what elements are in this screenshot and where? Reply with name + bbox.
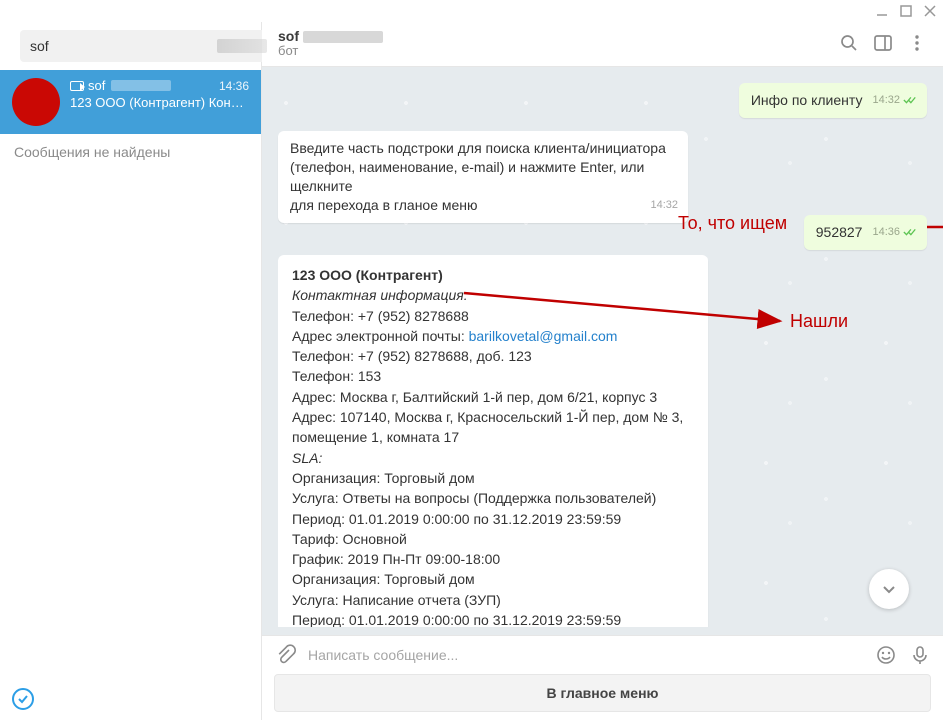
message-input[interactable]: Написать сообщение...	[308, 647, 863, 663]
maximize-icon[interactable]	[899, 4, 913, 18]
chat-title: sof	[278, 28, 299, 44]
detail-address: Адрес: Москва г, Балтийский 1-й пер, дом…	[292, 387, 694, 407]
scroll-to-bottom-button[interactable]	[869, 569, 909, 609]
message-text: Инфо по клиенту	[751, 92, 863, 108]
chat-title-blurred	[303, 31, 383, 43]
chat-scroll-area[interactable]: Инфо по клиенту 14:32 Введите часть подс…	[262, 67, 943, 635]
message-text: 952827	[816, 224, 863, 240]
detail-service: Услуга: Ответы на вопросы (Поддержка пол…	[292, 488, 694, 508]
chat-time: 14:36	[219, 79, 249, 93]
main-menu-button[interactable]: В главное меню	[274, 674, 931, 712]
message-incoming-detail[interactable]: 123 ООО (Контрагент) Контактная информац…	[278, 255, 708, 627]
detail-tariff: Тариф: Основной	[292, 529, 694, 549]
chat-header: sof бот	[262, 22, 943, 67]
detail-phone: Телефон: 153	[292, 366, 694, 386]
message-outgoing[interactable]: 952827 14:36	[804, 215, 927, 250]
microphone-icon[interactable]	[909, 644, 931, 666]
chat-preview: 123 ООО (Контрагент) Конт…	[70, 95, 249, 110]
detail-address: Адрес: 107140, Москва г, Красносельский …	[292, 407, 694, 448]
avatar	[12, 78, 60, 126]
detail-org: Организация: Торговый дом	[292, 468, 694, 488]
detail-org: Организация: Торговый дом	[292, 569, 694, 589]
search-blurred-text	[217, 39, 267, 53]
message-time: 14:32	[872, 93, 900, 108]
search-input[interactable]	[28, 37, 213, 55]
bot-indicator-icon	[70, 81, 84, 91]
chat-name: sof	[88, 78, 105, 93]
chat-name-blurred	[111, 80, 171, 91]
message-time: 14:36	[872, 225, 900, 240]
read-ticks-icon	[903, 227, 917, 237]
message-line: (телефон, наименование, e-mail) и нажмит…	[290, 158, 678, 196]
message-outgoing[interactable]: Инфо по клиенту 14:32	[739, 83, 927, 118]
close-icon[interactable]	[923, 4, 937, 18]
annotation-search-term: То, что ищем	[678, 213, 787, 234]
detail-email-link[interactable]: barilkovetal@gmail.com	[469, 328, 618, 344]
detail-period: Период: 01.01.2019 0:00:00 по 31.12.2019…	[292, 610, 694, 627]
search-icon[interactable]	[839, 33, 859, 53]
minimize-icon[interactable]	[875, 4, 889, 18]
search-input-wrap[interactable]: ×	[20, 30, 291, 62]
read-ticks-icon	[903, 95, 917, 105]
detail-service: Услуга: Написание отчета (ЗУП)	[292, 590, 694, 610]
system-titlebar	[0, 0, 943, 22]
detail-email-label: Адрес электронной почты:	[292, 328, 469, 344]
verified-badge-icon	[12, 688, 34, 710]
attach-icon[interactable]	[274, 644, 296, 666]
detail-schedule: График: 2019 Пн-Пт 09:00-18:00	[292, 549, 694, 569]
not-found-message: Сообщения не найдены	[0, 134, 261, 170]
sidebar-toggle-icon[interactable]	[873, 33, 893, 53]
detail-period: Период: 01.01.2019 0:00:00 по 31.12.2019…	[292, 509, 694, 529]
detail-sla-label: SLA	[292, 450, 318, 466]
detail-phone: Телефон: +7 (952) 8278688	[292, 306, 694, 326]
detail-contact-label: Контактная информация	[292, 287, 464, 303]
chat-subtitle: бот	[278, 43, 825, 58]
message-line: Введите часть подстроки для поиска клиен…	[290, 139, 678, 158]
message-incoming[interactable]: Введите часть подстроки для поиска клиен…	[278, 131, 688, 223]
chat-list-item[interactable]: sof 14:36 123 ООО (Контрагент) Конт…	[0, 70, 261, 134]
detail-phone: Телефон: +7 (952) 8278688, доб. 123	[292, 346, 694, 366]
detail-heading: 123 ООО (Контрагент)	[292, 265, 694, 285]
message-time: 14:32	[650, 198, 678, 213]
more-menu-icon[interactable]	[907, 33, 927, 53]
emoji-icon[interactable]	[875, 644, 897, 666]
annotation-found: Нашли	[790, 311, 848, 332]
message-line: для перехода в гланое меню	[290, 197, 478, 213]
